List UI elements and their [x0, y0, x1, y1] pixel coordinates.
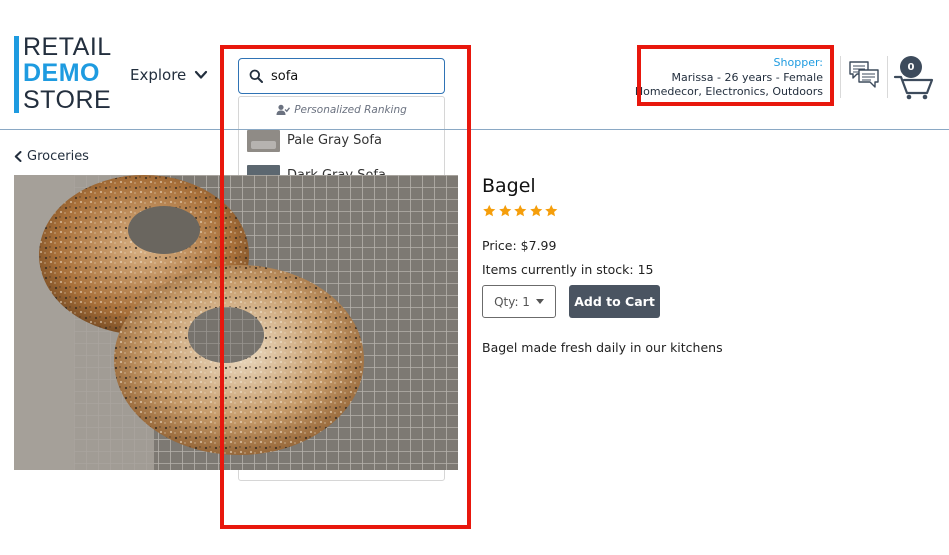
shopper-title[interactable]: Shopper: [635, 56, 823, 71]
user-check-icon [276, 104, 291, 115]
store-logo[interactable]: RETAIL DEMO STORE [14, 34, 114, 114]
explore-menu[interactable]: Explore [130, 66, 208, 84]
quantity-label: Qty: 1 [494, 294, 530, 309]
header-divider-line [0, 129, 949, 130]
star-icon [483, 204, 496, 217]
product-description: Bagel made fresh daily in our kitchens [482, 340, 723, 355]
stock-count: Items currently in stock: 15 [482, 262, 654, 277]
chevron-left-icon [14, 151, 22, 162]
cart-count-badge[interactable]: 0 [900, 56, 922, 78]
logo-text-store: STORE [23, 86, 112, 114]
add-to-cart-button[interactable]: Add to Cart [569, 285, 660, 318]
suggestion-label: Pale Gray Sofa [287, 133, 382, 148]
chevron-down-icon [195, 70, 208, 79]
sofa-thumbnail [247, 129, 280, 152]
star-rating [482, 204, 559, 218]
search-icon [249, 69, 263, 83]
logo-text-retail: RETAIL [23, 33, 112, 61]
header-divider [887, 56, 888, 98]
product-image [14, 175, 458, 470]
bagel-photo [14, 175, 458, 470]
star-icon [529, 204, 542, 217]
breadcrumb-label: Groceries [27, 149, 89, 164]
logo-accent-bar [14, 36, 19, 113]
search-box[interactable] [238, 58, 445, 94]
quantity-select[interactable]: Qty: 1 [482, 285, 556, 318]
logo-text-demo: DEMO [23, 59, 100, 87]
star-icon [514, 204, 527, 217]
shopper-profile: Marissa - 26 years - Female [671, 70, 823, 84]
header-divider [840, 56, 841, 98]
suggestions-header-label: Personalized Ranking [294, 104, 407, 116]
star-icon [498, 204, 511, 217]
suggestions-header: Personalized Ranking [239, 97, 444, 123]
search-input[interactable] [271, 68, 431, 84]
shopper-interests: Homedecor, Electronics, Outdoors [634, 85, 823, 98]
chat-bubbles-icon[interactable] [848, 60, 880, 90]
shopper-info[interactable]: Shopper: Marissa - 26 years - Female Hom… [635, 56, 823, 100]
star-icon [545, 204, 558, 217]
explore-label: Explore [130, 66, 187, 84]
product-price: Price: $7.99 [482, 238, 557, 253]
breadcrumb[interactable]: Groceries [14, 149, 89, 164]
caret-down-icon [535, 299, 544, 304]
product-title: Bagel [482, 175, 536, 197]
